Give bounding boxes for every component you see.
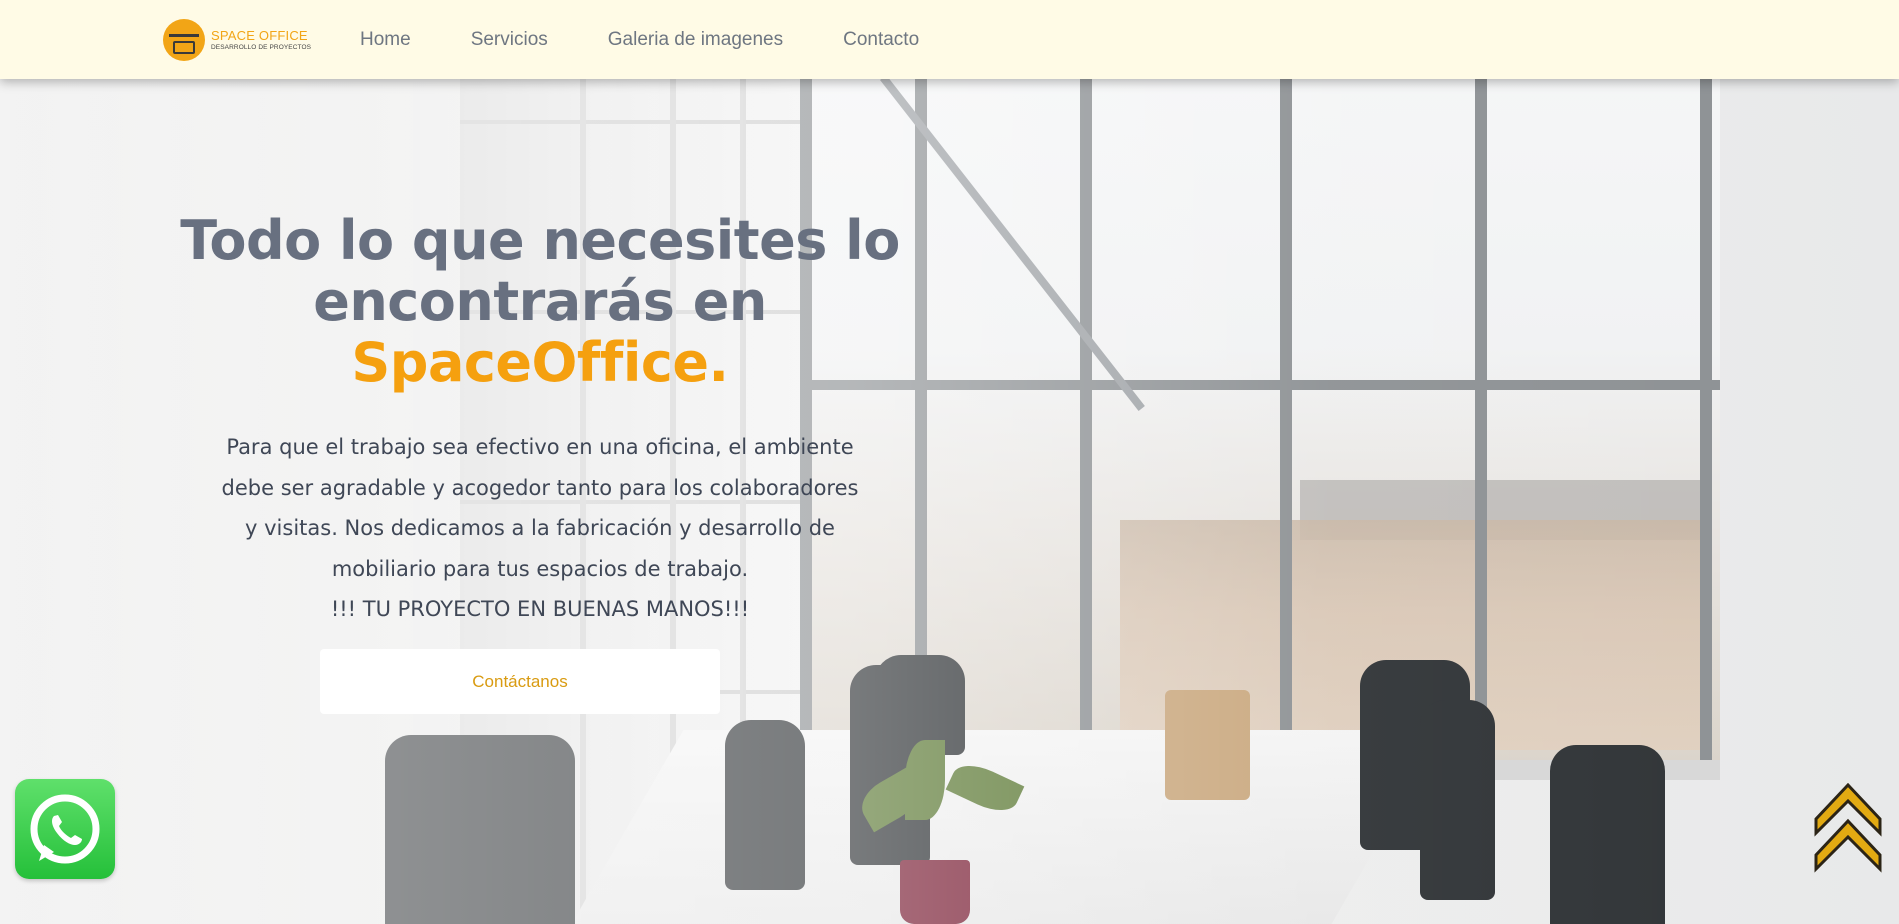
hero-tagline: !!! TU PROYECTO EN BUENAS MANOS!!! [330,597,750,621]
nav-link-servicios[interactable]: Servicios [471,29,548,51]
hero-description: Para que el trabajo sea efectivo en una … [221,435,859,581]
logo-title: SPACE OFFICE [211,27,308,43]
headline-line-1: Todo lo que necesites lo [180,209,900,272]
nav-link-home[interactable]: Home [360,29,411,51]
nav-link-contacto[interactable]: Contacto [843,29,919,51]
logo-mark-icon [163,19,205,61]
navbar: SPACE OFFICE DESARROLLO DE PROYECTOS Hom… [0,0,1899,79]
nav-link-galeria[interactable]: Galeria de imagenes [608,29,783,51]
whatsapp-button[interactable] [15,779,115,879]
hero-headline: Todo lo que necesites lo encontrarás en … [150,210,930,393]
double-chevron-up-icon [1814,782,1882,873]
main-nav: Home Servicios Galeria de imagenes Conta… [360,0,979,79]
site-logo[interactable]: SPACE OFFICE DESARROLLO DE PROYECTOS [163,19,313,61]
logo-subtitle: DESARROLLO DE PROYECTOS [211,43,312,51]
headline-line-2: encontrarás en [313,270,767,333]
scroll-top-button[interactable] [1814,782,1882,875]
headline-brand: SpaceOffice. [351,331,729,394]
contact-button[interactable]: Contáctanos [320,649,720,714]
hero-content: Todo lo que necesites lo encontrarás en … [150,210,930,629]
whatsapp-icon [30,794,100,864]
logo-text: SPACE OFFICE DESARROLLO DE PROYECTOS [211,29,311,52]
